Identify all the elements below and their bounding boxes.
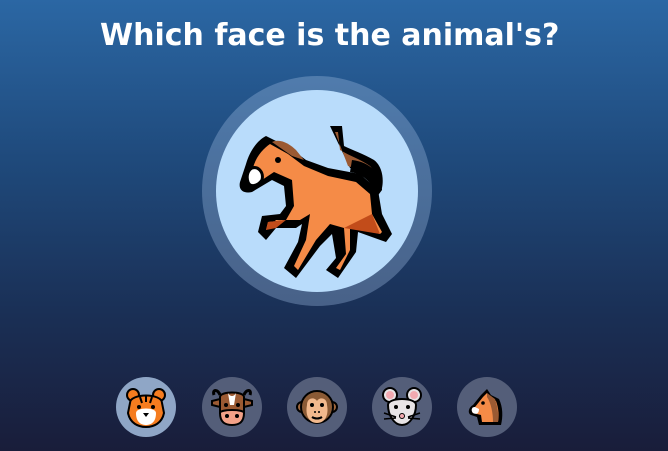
horse-face-icon	[468, 389, 503, 425]
cow-face-icon	[211, 389, 253, 427]
horse-icon	[239, 126, 392, 278]
question-title: Which face is the animal's?	[100, 18, 560, 53]
choice-tiger[interactable]	[116, 377, 176, 437]
choice-monkey[interactable]	[287, 377, 347, 437]
monkey-face-icon	[296, 390, 338, 424]
mouse-face-icon	[382, 387, 422, 427]
tiger-face-icon	[126, 388, 166, 429]
choice-cow[interactable]	[202, 377, 262, 437]
choice-horse[interactable]	[457, 377, 517, 437]
choice-row	[0, 377, 668, 437]
choice-mouse[interactable]	[372, 377, 432, 437]
